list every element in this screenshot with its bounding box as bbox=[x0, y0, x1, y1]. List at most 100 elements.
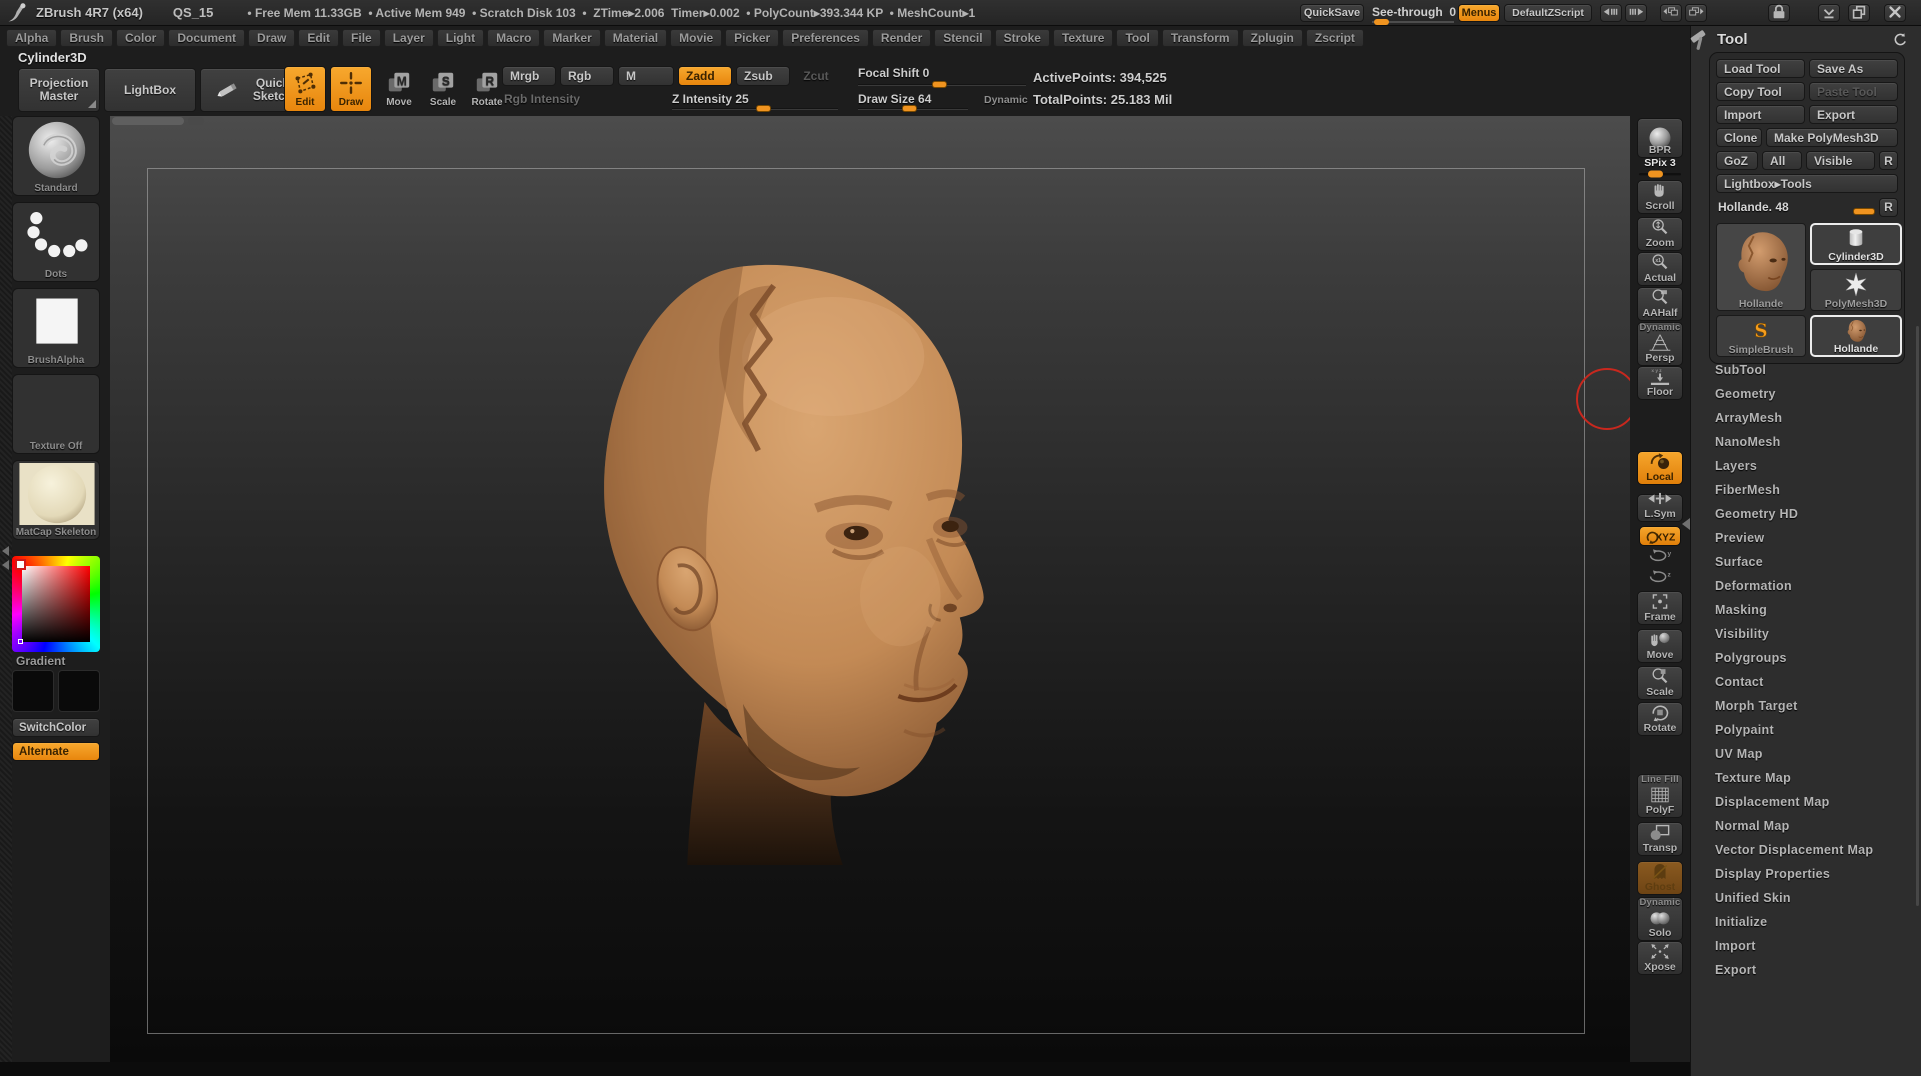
tray-collapse-arrow-icon[interactable] bbox=[2, 546, 9, 556]
transform-menu-item[interactable]: Transform bbox=[1162, 29, 1239, 47]
thumb-cylinder3d-selected[interactable]: Cylinder3D bbox=[1810, 223, 1902, 265]
arraymesh-section[interactable]: ArrayMesh bbox=[1691, 406, 1921, 430]
z-intensity-slider[interactable]: Z Intensity 25 bbox=[672, 92, 749, 106]
sculpt-head-model[interactable] bbox=[510, 251, 1022, 865]
gradient-swatch-secondary[interactable] bbox=[58, 670, 100, 712]
local-button[interactable]: Local bbox=[1637, 451, 1683, 485]
goz-button[interactable]: GoZ bbox=[1716, 151, 1758, 170]
uv-map-section[interactable]: UV Map bbox=[1691, 742, 1921, 766]
move-button[interactable]: Move bbox=[1637, 629, 1683, 663]
contact-section[interactable]: Contact bbox=[1691, 670, 1921, 694]
transp-button[interactable]: Transp bbox=[1637, 822, 1683, 856]
export-button[interactable]: Export bbox=[1809, 105, 1898, 124]
thumb-hollande-small[interactable]: Hollande bbox=[1810, 315, 1902, 357]
rotz-button[interactable]: z bbox=[1637, 569, 1683, 585]
subtool-section[interactable]: SubTool bbox=[1691, 358, 1921, 382]
tool-item-r-button[interactable]: R bbox=[1879, 198, 1898, 217]
copy-tool-button[interactable]: Copy Tool bbox=[1716, 82, 1805, 101]
l-sym-button[interactable]: L.Sym bbox=[1637, 494, 1683, 522]
gradient-swatch-main[interactable] bbox=[12, 670, 54, 712]
default-zscript-button[interactable]: DefaultZScript bbox=[1504, 4, 1592, 22]
quicksave-button[interactable]: QuickSave bbox=[1300, 4, 1364, 22]
lock-button[interactable] bbox=[1768, 4, 1790, 22]
marker-menu-item[interactable]: Marker bbox=[543, 29, 600, 47]
solo-button[interactable]: Dynamic Solo bbox=[1637, 897, 1683, 941]
ghost-button[interactable]: Ghost bbox=[1637, 861, 1683, 895]
aahalf-button[interactable]: AAHalf bbox=[1637, 287, 1683, 321]
dots-selector[interactable]: Dots bbox=[12, 202, 100, 282]
floor-button[interactable]: x y z Floor bbox=[1637, 366, 1683, 400]
panel-collapse-arrow-icon[interactable] bbox=[1682, 518, 1690, 530]
actual-button[interactable]: x1 Actual bbox=[1637, 252, 1683, 286]
color-menu-item[interactable]: Color bbox=[116, 29, 165, 47]
nanomesh-section[interactable]: NanoMesh bbox=[1691, 430, 1921, 454]
spix-3-button[interactable]: SPix 3 bbox=[1637, 158, 1683, 180]
color-picker-sv-square[interactable] bbox=[22, 566, 90, 642]
initialize-section[interactable]: Initialize bbox=[1691, 910, 1921, 934]
restore-button[interactable] bbox=[1848, 4, 1870, 22]
stroke-menu-item[interactable]: Stroke bbox=[995, 29, 1050, 47]
see-through-handle[interactable] bbox=[1374, 19, 1389, 25]
move-mode-button[interactable]: M Move bbox=[378, 66, 420, 112]
tool-item-slider-handle[interactable] bbox=[1853, 208, 1875, 215]
preview-section[interactable]: Preview bbox=[1691, 526, 1921, 550]
texture-map-section[interactable]: Texture Map bbox=[1691, 766, 1921, 790]
goz-r-button[interactable]: R bbox=[1879, 151, 1898, 170]
z-intensity-track[interactable] bbox=[672, 108, 838, 110]
menus-button[interactable]: Menus bbox=[1458, 4, 1500, 22]
file-menu-item[interactable]: File bbox=[342, 29, 381, 47]
texture-menu-item[interactable]: Texture bbox=[1053, 29, 1113, 47]
rgb-intensity-slider[interactable]: Rgb Intensity bbox=[504, 92, 580, 106]
goz-visible-button[interactable]: Visible bbox=[1806, 151, 1875, 170]
matcap-skeleton-selector[interactable]: MatCap Skeleton bbox=[12, 460, 100, 540]
zadd-button[interactable]: Zadd bbox=[678, 66, 732, 86]
draw-mode-button[interactable]: Draw bbox=[330, 66, 372, 112]
thumb-simplebrush[interactable]: S SimpleBrush bbox=[1716, 315, 1806, 357]
minimize-button[interactable] bbox=[1818, 4, 1840, 22]
display-properties-section[interactable]: Display Properties bbox=[1691, 862, 1921, 886]
left-tray-divider[interactable] bbox=[0, 116, 12, 1062]
zcut-button[interactable]: Zcut bbox=[794, 66, 838, 86]
fibermesh-section[interactable]: FiberMesh bbox=[1691, 478, 1921, 502]
scale-mode-button[interactable]: S Scale bbox=[422, 66, 464, 112]
movie-menu-item[interactable]: Movie bbox=[670, 29, 722, 47]
zsub-button[interactable]: Zsub bbox=[736, 66, 790, 86]
bpr-button[interactable]: BPR bbox=[1637, 118, 1683, 158]
tool-menu-item[interactable]: Tool bbox=[1116, 29, 1158, 47]
clone-button[interactable]: Clone bbox=[1716, 128, 1762, 147]
layers-section[interactable]: Layers bbox=[1691, 454, 1921, 478]
visibility-section[interactable]: Visibility bbox=[1691, 622, 1921, 646]
polyf-button[interactable]: Line Fill PolyF bbox=[1637, 774, 1683, 818]
xyz-button[interactable]: XYZ bbox=[1639, 526, 1681, 546]
unified-skin-section[interactable]: Unified Skin bbox=[1691, 886, 1921, 910]
lightbox-tools-button[interactable]: Lightbox▸Tools bbox=[1716, 174, 1898, 193]
stencil-menu-item[interactable]: Stencil bbox=[934, 29, 991, 47]
material-menu-item[interactable]: Material bbox=[604, 29, 667, 47]
picker-menu-item[interactable]: Picker bbox=[725, 29, 779, 47]
alpha-menu-item[interactable]: Alpha bbox=[6, 29, 57, 47]
layer-menu-item[interactable]: Layer bbox=[384, 29, 434, 47]
focal-shift-slider[interactable]: Focal Shift 0 bbox=[858, 66, 929, 80]
frame-button[interactable]: Frame bbox=[1637, 591, 1683, 625]
preferences-menu-item[interactable]: Preferences bbox=[782, 29, 869, 47]
rotate-button[interactable]: Rotate bbox=[1637, 702, 1683, 736]
geometry-hd-section[interactable]: Geometry HD bbox=[1691, 502, 1921, 526]
displacement-map-section[interactable]: Displacement Map bbox=[1691, 790, 1921, 814]
rgb-button[interactable]: Rgb bbox=[560, 66, 614, 86]
scroll-shelf-right-button[interactable] bbox=[1625, 4, 1647, 22]
normal-map-section[interactable]: Normal Map bbox=[1691, 814, 1921, 838]
projection-master-button[interactable]: Projection Master bbox=[18, 68, 100, 112]
goz-all-button[interactable]: All bbox=[1762, 151, 1802, 170]
scroll-button[interactable]: Scroll bbox=[1637, 180, 1683, 214]
scroll-widget-nub[interactable] bbox=[188, 117, 204, 125]
close-button[interactable] bbox=[1884, 4, 1906, 22]
light-menu-item[interactable]: Light bbox=[437, 29, 484, 47]
lightbox-button[interactable]: LightBox bbox=[104, 68, 196, 112]
make-polymesh3d-button[interactable]: Make PolyMesh3D bbox=[1766, 128, 1898, 147]
render-menu-item[interactable]: Render bbox=[872, 29, 931, 47]
switch-color-button[interactable]: SwitchColor bbox=[12, 718, 100, 737]
macro-menu-item[interactable]: Macro bbox=[487, 29, 540, 47]
export-section[interactable]: Export bbox=[1691, 958, 1921, 982]
tool-item-slider[interactable]: Hollande. 48 R bbox=[1716, 197, 1898, 217]
surface-section[interactable]: Surface bbox=[1691, 550, 1921, 574]
